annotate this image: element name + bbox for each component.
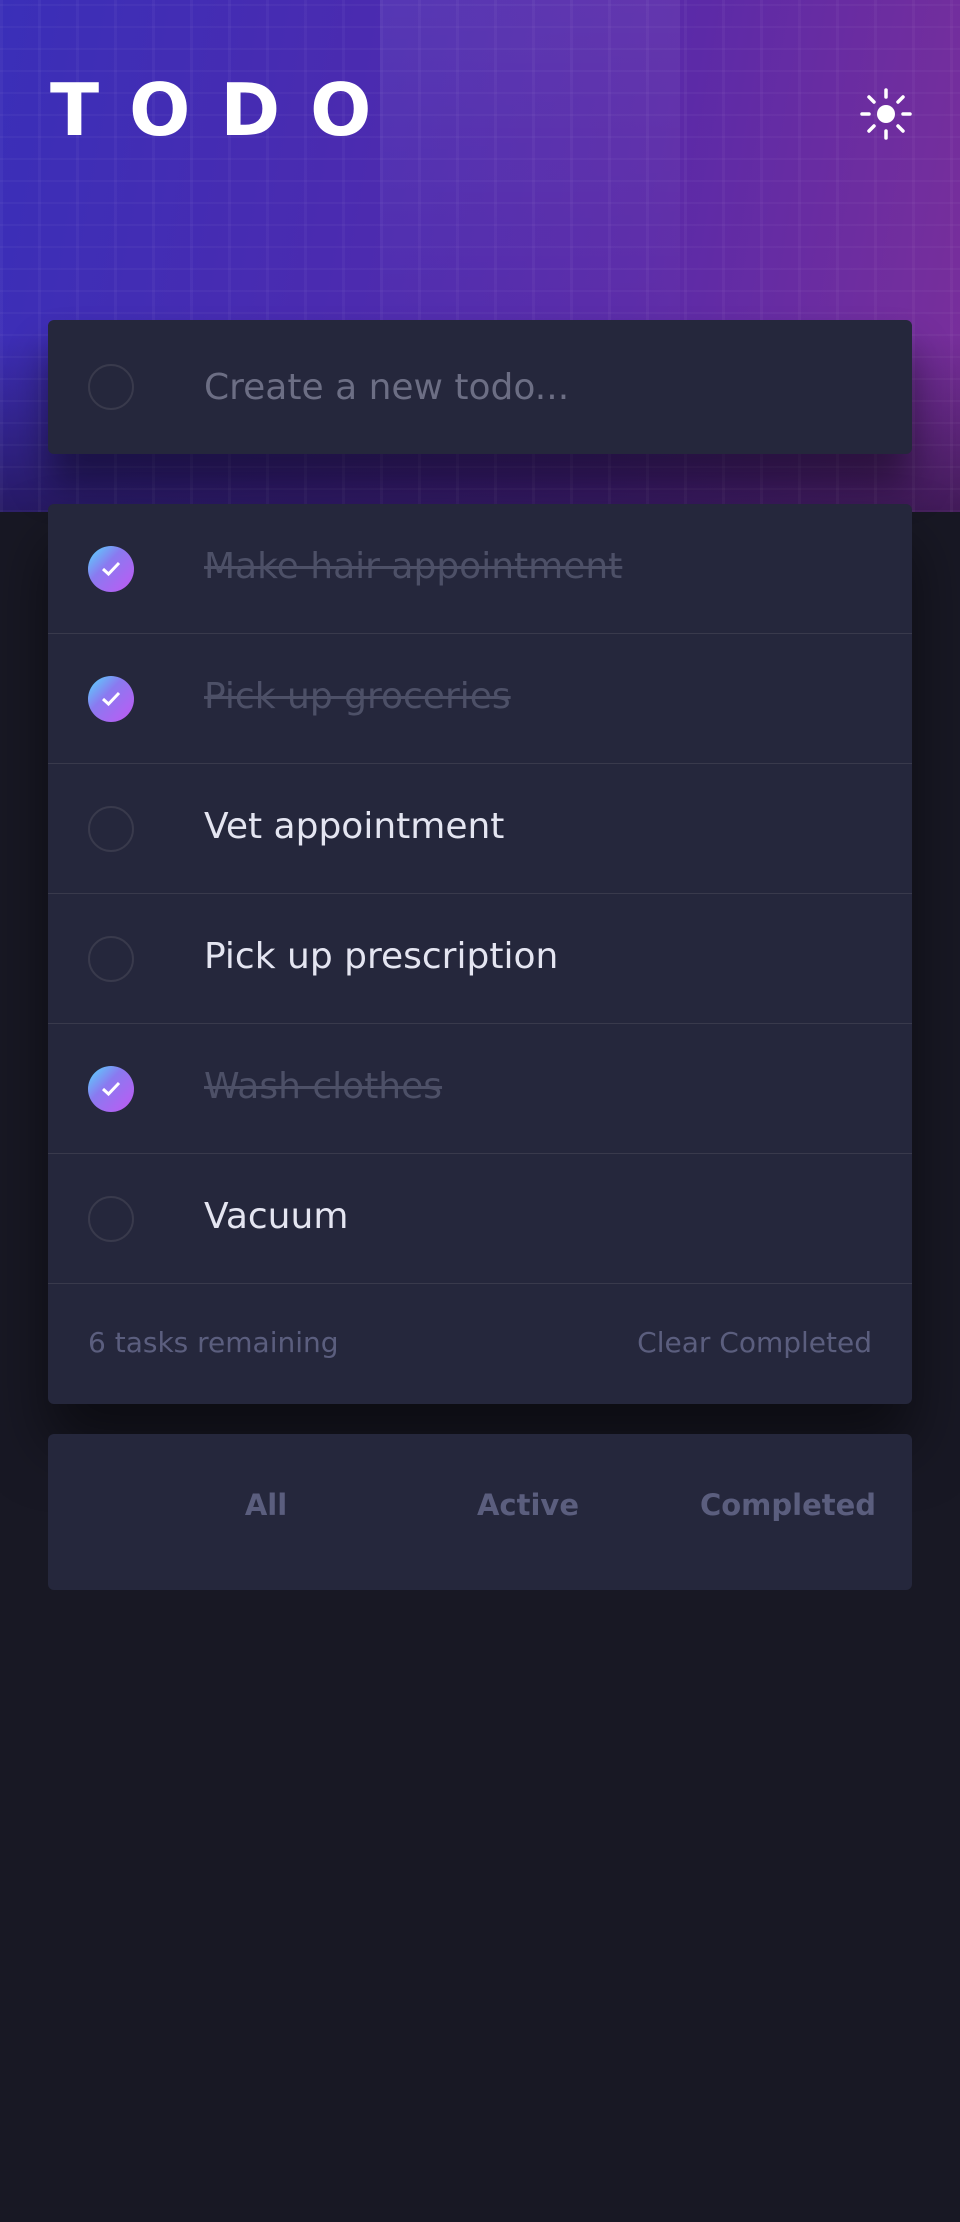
sun-icon — [860, 88, 912, 140]
todo-item[interactable]: Wash clothes — [48, 1024, 912, 1154]
todo-item[interactable]: Make hair appointment — [48, 504, 912, 634]
todo-list: Make hair appointment Pick up groceries … — [48, 504, 912, 1404]
new-todo-bar — [48, 320, 912, 454]
todo-checkbox[interactable] — [88, 676, 134, 722]
todo-label: Wash clothes — [204, 1066, 443, 1107]
list-footer: 6 tasks remaining Clear Completed — [48, 1284, 912, 1404]
clear-completed-button[interactable]: Clear Completed — [637, 1326, 872, 1359]
todo-label: Pick up groceries — [204, 676, 511, 717]
check-icon — [101, 691, 121, 707]
theme-toggle-button[interactable] — [856, 84, 916, 144]
check-icon — [101, 561, 121, 577]
new-todo-circle[interactable] — [88, 364, 134, 410]
todo-item[interactable]: Vacuum — [48, 1154, 912, 1284]
todo-item[interactable]: Pick up prescription — [48, 894, 912, 1024]
todo-checkbox[interactable] — [88, 1196, 134, 1242]
todo-checkbox[interactable] — [88, 1066, 134, 1112]
todo-checkbox[interactable] — [88, 806, 134, 852]
todo-item[interactable]: Vet appointment — [48, 764, 912, 894]
filter-completed[interactable]: Completed — [678, 1488, 898, 1522]
todo-checkbox[interactable] — [88, 546, 134, 592]
app-title: TODO — [50, 68, 402, 152]
todo-label: Vacuum — [204, 1196, 349, 1237]
todo-label: Vet appointment — [204, 806, 505, 847]
filter-active[interactable]: Active — [418, 1488, 638, 1522]
filter-all[interactable]: All — [156, 1488, 376, 1522]
todo-item[interactable]: Pick up groceries — [48, 634, 912, 764]
todo-label: Make hair appointment — [204, 546, 623, 587]
todo-label: Pick up prescription — [204, 936, 559, 977]
check-icon — [101, 1081, 121, 1097]
tasks-remaining-count: 6 tasks remaining — [88, 1326, 339, 1359]
todo-checkbox[interactable] — [88, 936, 134, 982]
filter-bar: All Active Completed — [48, 1434, 912, 1590]
new-todo-input[interactable] — [204, 354, 884, 420]
